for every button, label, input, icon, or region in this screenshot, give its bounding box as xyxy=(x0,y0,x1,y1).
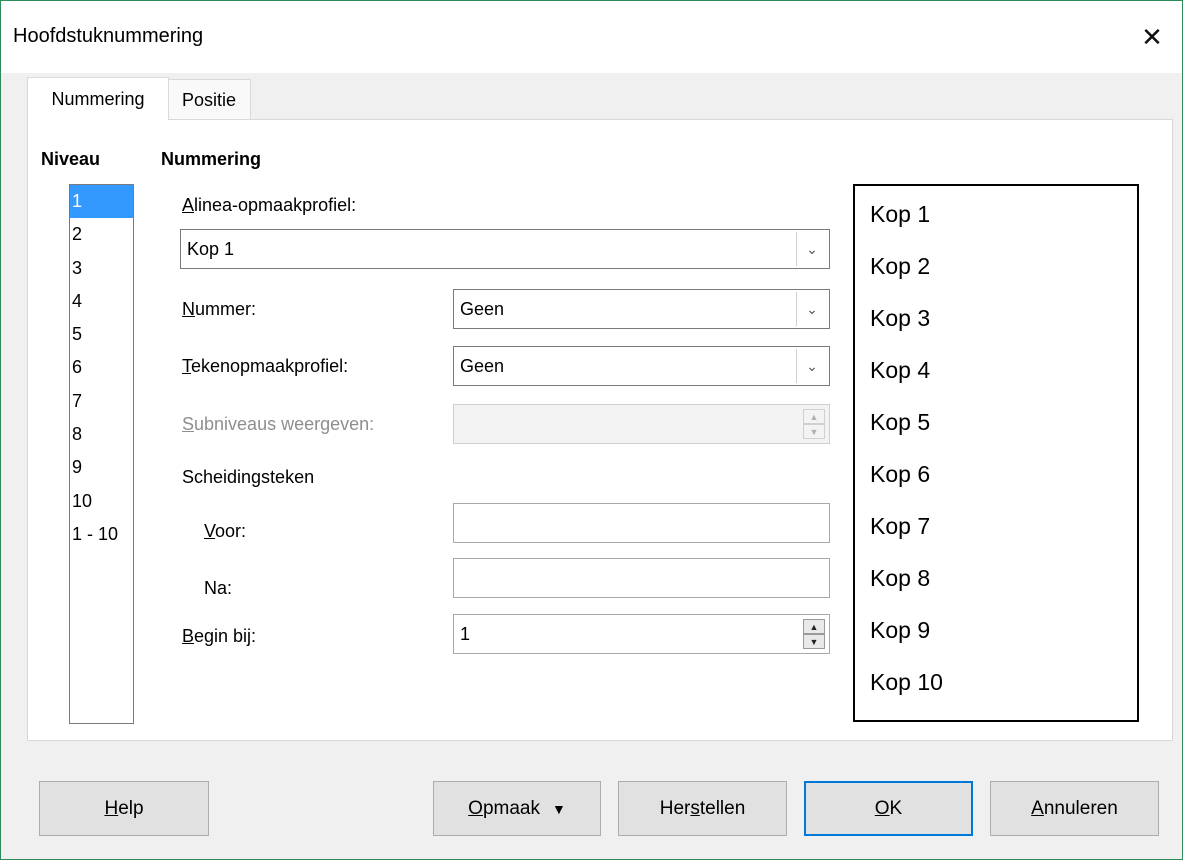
after-label: Na: xyxy=(204,578,233,598)
cancel-button-label: Annuleren xyxy=(1031,797,1118,819)
chevron-down-icon[interactable]: ⌄ xyxy=(796,292,827,326)
spin-up-icon[interactable]: ▲ xyxy=(803,619,825,634)
level-list-item[interactable]: 1 xyxy=(70,185,133,219)
preview-heading-item: Kop 1 xyxy=(870,201,931,227)
tab-label: Nummering xyxy=(51,88,145,109)
start-spinbox[interactable]: 1 ▲ ▼ xyxy=(453,614,830,654)
before-label: Voor: xyxy=(204,521,247,541)
level-list-item[interactable]: 9 xyxy=(70,451,133,484)
spin-down-icon: ▼ xyxy=(803,424,825,439)
number-label: Nummer: xyxy=(182,299,257,319)
help-button[interactable]: Help xyxy=(39,781,209,836)
dropdown-arrow-icon: ▼ xyxy=(551,800,566,817)
start-value: 1 xyxy=(460,624,471,644)
chevron-down-icon[interactable]: ⌄ xyxy=(796,349,827,383)
reset-button-label: Herstellen xyxy=(659,797,746,819)
level-list-item[interactable]: 2 xyxy=(70,218,133,251)
level-list-item[interactable]: 10 xyxy=(70,485,133,518)
level-list-item[interactable]: 1 - 10 xyxy=(70,518,133,551)
spin-up-icon: ▲ xyxy=(803,409,825,424)
format-menu-button[interactable]: Opmaak ▼ xyxy=(433,781,601,836)
cancel-button[interactable]: Annuleren xyxy=(990,781,1159,836)
number-value: Geen xyxy=(460,299,505,319)
ok-button[interactable]: OK xyxy=(804,781,973,836)
before-input[interactable] xyxy=(453,503,830,543)
char-style-value: Geen xyxy=(460,356,505,376)
tab-positie[interactable]: Positie xyxy=(167,79,251,120)
numbering-preview: Kop 1 Kop 2 Kop 3 Kop 4 Kop 5 Kop 6 Kop 7 Kop 8… xyxy=(853,184,1139,722)
char-style-combo[interactable]: Geen ⌄ xyxy=(453,346,830,386)
level-list-item[interactable]: 3 xyxy=(70,252,133,285)
level-listbox[interactable]: 1 2 3 4 5 6 7 8 9 10 1 - 10 xyxy=(69,184,134,724)
preview-heading-item: Kop 7 xyxy=(870,513,931,539)
dialog-title: Hoofdstuknummering xyxy=(13,25,204,47)
level-list-item[interactable]: 6 xyxy=(70,351,133,384)
level-list-item[interactable]: 7 xyxy=(70,385,133,418)
char-style-label: Tekenopmaakprofiel: xyxy=(182,356,349,376)
title-bar: Hoofdstuknummering ✕ xyxy=(1,1,1182,73)
paragraph-style-value: Kop 1 xyxy=(187,239,235,259)
sublevels-spin-buttons: ▲ ▼ xyxy=(803,409,825,439)
number-combo[interactable]: Geen ⌄ xyxy=(453,289,830,329)
tab-label: Positie xyxy=(181,89,237,110)
separator-label: Scheidingsteken xyxy=(182,467,315,487)
level-header: Niveau xyxy=(41,149,101,169)
format-button-label: Opmaak xyxy=(468,797,540,819)
level-list-item[interactable]: 4 xyxy=(70,285,133,318)
sublevels-label: Subniveaus weergeven: xyxy=(182,414,375,434)
preview-heading-item: Kop 10 xyxy=(870,669,943,695)
level-list-item[interactable]: 5 xyxy=(70,318,133,351)
preview-heading-item: Kop 4 xyxy=(870,357,931,383)
sublevels-spinbox: ▲ ▼ xyxy=(453,404,830,444)
numbering-header: Nummering xyxy=(161,149,262,169)
spin-down-icon[interactable]: ▼ xyxy=(803,634,825,649)
after-input[interactable] xyxy=(453,558,830,598)
reset-button[interactable]: Herstellen xyxy=(618,781,787,836)
dialog-window: Hoofdstuknummering ✕ Nummering Positie N… xyxy=(0,0,1183,860)
start-spin-buttons[interactable]: ▲ ▼ xyxy=(803,619,825,649)
preview-heading-item: Kop 9 xyxy=(870,617,931,643)
start-label: Begin bij: xyxy=(182,626,257,646)
chevron-down-icon[interactable]: ⌄ xyxy=(796,232,827,266)
help-button-label: Help xyxy=(104,797,144,819)
close-button[interactable]: ✕ xyxy=(1122,13,1182,61)
paragraph-style-label: Alinea-opmaakprofiel: xyxy=(182,195,357,215)
paragraph-style-combo[interactable]: Kop 1 ⌄ xyxy=(180,229,830,269)
close-icon: ✕ xyxy=(1141,21,1163,52)
tab-nummering[interactable]: Nummering xyxy=(27,77,169,120)
preview-heading-item: Kop 3 xyxy=(870,305,931,331)
preview-heading-item: Kop 6 xyxy=(870,461,931,487)
preview-heading-item: Kop 2 xyxy=(870,253,931,279)
preview-heading-item: Kop 8 xyxy=(870,565,931,591)
level-list-item[interactable]: 8 xyxy=(70,418,133,451)
preview-heading-item: Kop 5 xyxy=(870,409,931,435)
ok-button-label: OK xyxy=(874,797,903,819)
